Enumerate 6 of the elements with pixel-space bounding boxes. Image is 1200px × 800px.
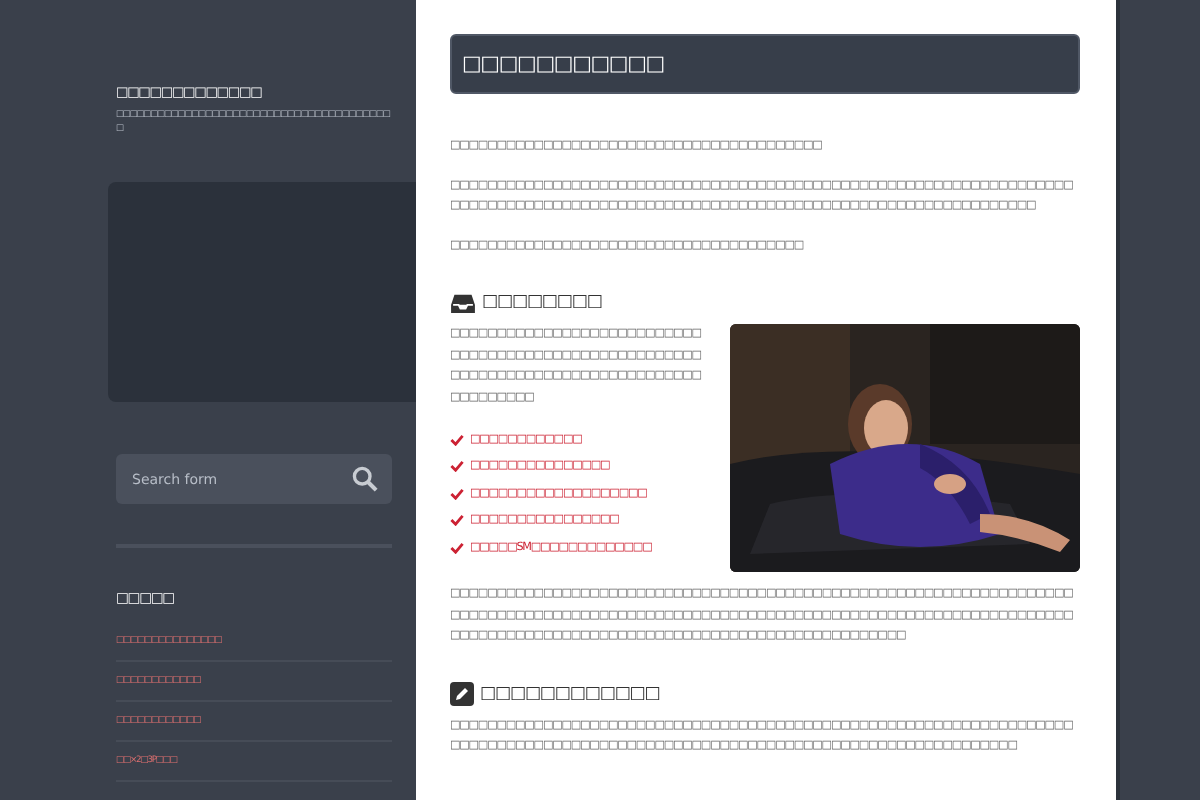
inbox-icon [450,291,476,313]
search-icon[interactable] [352,466,378,492]
pencil-icon [450,681,474,705]
article-title: □□□□□□□□□□□ [450,34,1080,94]
section-heading: □□□□□□□□□□□□ [480,681,660,707]
section-heading: □□□□□□□□ [482,290,602,316]
